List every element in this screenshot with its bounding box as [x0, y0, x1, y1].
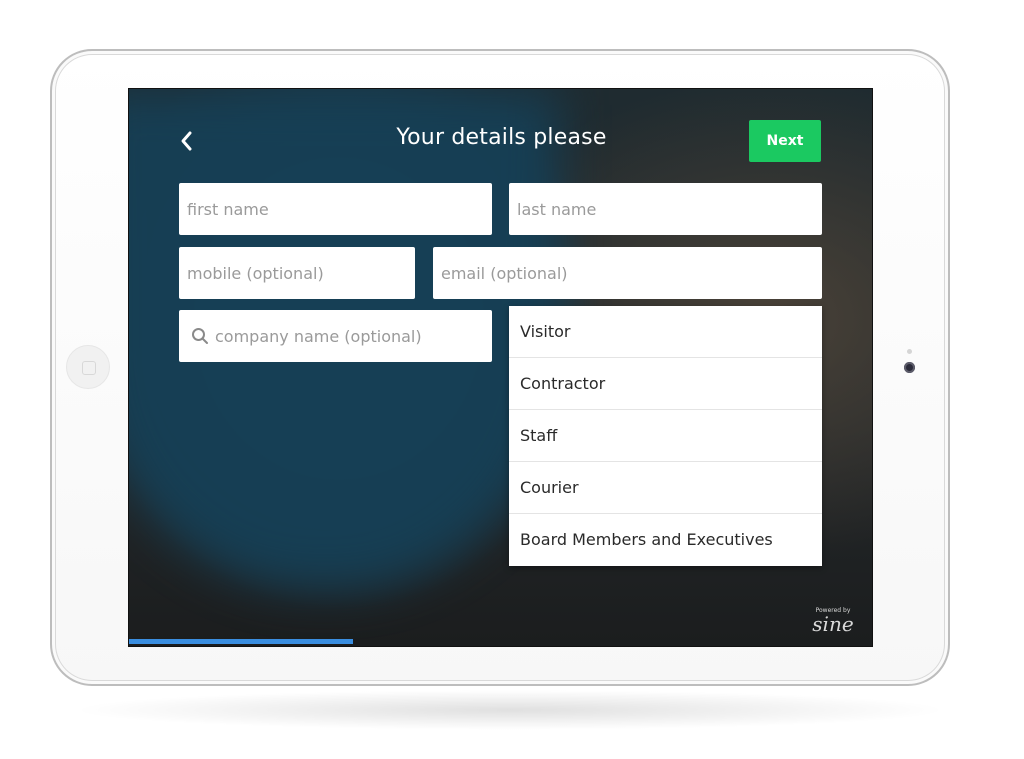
progress-bar	[129, 639, 872, 644]
visitor-type-dropdown: Visitor Contractor Staff Courier Board M…	[509, 306, 822, 566]
last-name-field[interactable]	[509, 183, 822, 235]
light-sensor	[907, 349, 912, 354]
home-button[interactable]	[66, 345, 110, 389]
option-courier[interactable]: Courier	[509, 462, 822, 514]
option-staff[interactable]: Staff	[509, 410, 822, 462]
front-camera	[904, 362, 915, 373]
company-input[interactable]	[215, 310, 485, 362]
option-board-members[interactable]: Board Members and Executives	[509, 514, 822, 566]
powered-by-logo: Powered by sine	[807, 607, 859, 634]
next-button[interactable]: Next	[749, 120, 821, 162]
first-name-field[interactable]	[179, 183, 492, 235]
option-visitor[interactable]: Visitor	[509, 306, 822, 358]
company-search-field[interactable]	[179, 310, 492, 362]
email-field[interactable]	[433, 247, 822, 299]
mobile-field[interactable]	[179, 247, 415, 299]
search-icon	[192, 328, 208, 344]
scene: Your details please Next Visitor Contrac…	[0, 0, 1024, 759]
device-shadow	[70, 690, 950, 730]
app-screen: Your details please Next Visitor Contrac…	[128, 88, 873, 647]
option-contractor[interactable]: Contractor	[509, 358, 822, 410]
progress-fill	[129, 639, 353, 644]
brand-logo: sine	[812, 612, 854, 636]
